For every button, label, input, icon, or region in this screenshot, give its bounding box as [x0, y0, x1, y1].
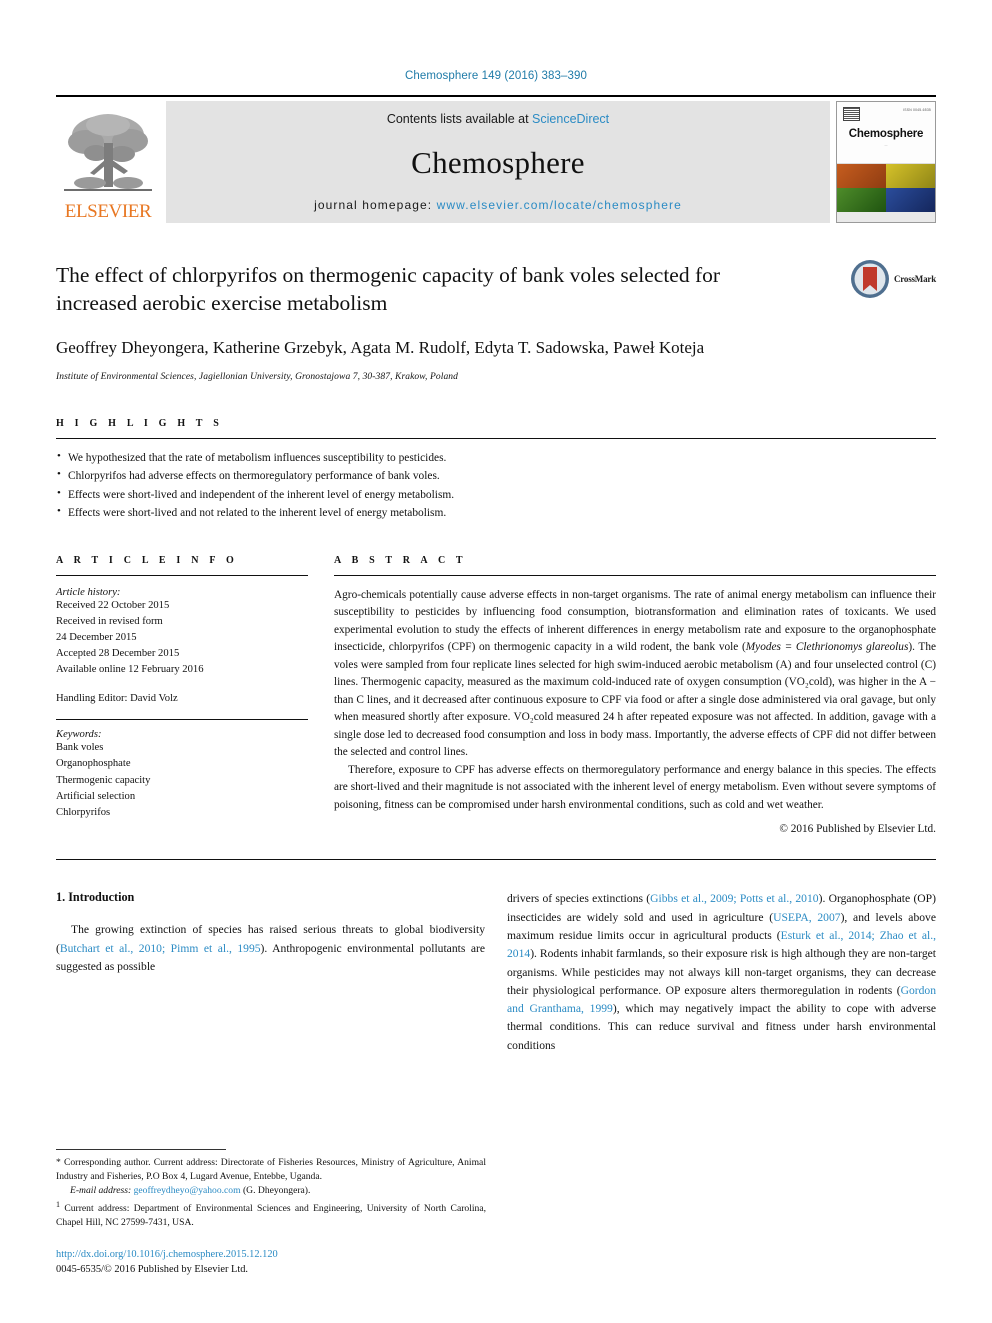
highlights-rule	[56, 437, 936, 439]
author-names: Geoffrey Dheyongera, Katherine Grzebyk, …	[56, 337, 705, 357]
footnote-current-address: 1 Current address: Department of Environ…	[56, 1199, 486, 1231]
highlights-heading: H I G H L I G H T S	[56, 417, 223, 429]
list-item: Chlorpyrifos had adverse effects on ther…	[56, 466, 936, 485]
cover-top-panel: ISSN 0045-6535 Chemosphere ...	[837, 102, 935, 165]
abstract-paragraph-2: Therefore, exposure to CPF has adverse e…	[334, 763, 936, 811]
email-link[interactable]: geoffreydheyo@yahoo.com	[134, 1185, 241, 1196]
footnote-email-line: E-mail address: geoffreydheyo@yahoo.com …	[56, 1184, 486, 1198]
abstract-bottom-rule	[56, 859, 936, 861]
elsevier-logo: ELSEVIER	[56, 101, 160, 223]
abstract-heading: A B S T R A C T	[334, 554, 467, 566]
cover-issn-text: ISSN 0045-6535	[903, 108, 931, 112]
history-accepted: Accepted 28 December 2015	[56, 648, 180, 660]
author-list: Geoffrey Dheyongera, Katherine Grzebyk, …	[56, 336, 786, 360]
intro-right-text-d: ). Rodents inhabit farmlands, so their e…	[507, 947, 936, 997]
history-available-online: Available online 12 February 2016	[56, 664, 204, 676]
footnote-current-address-text: Current address: Department of Environme…	[56, 1203, 486, 1229]
citation-link[interactable]: Gibbs et al., 2009; Potts et al., 2010	[650, 892, 818, 905]
article-info-heading: A R T I C L E I N F O	[56, 554, 238, 566]
footnote-area: * Corresponding author. Current address:…	[56, 1148, 486, 1277]
running-head: Chemosphere 149 (2016) 383–390	[404, 70, 588, 82]
article-info-rule	[56, 574, 308, 576]
journal-homepage-line: journal homepage: www.elsevier.com/locat…	[314, 198, 682, 212]
journal-title: Chemosphere	[411, 144, 585, 180]
sciencedirect-link[interactable]: ScienceDirect	[532, 112, 609, 126]
keyword-item: Artificial selection	[56, 790, 136, 802]
page-title: The effect of chlorpyrifos on thermogeni…	[56, 263, 721, 316]
species-name-italic: Myodes = Clethrionomys glareolus	[745, 641, 909, 654]
contents-prefix: Contents lists available at	[386, 112, 533, 126]
email-owner: (G. Dheyongera).	[242, 1185, 311, 1197]
info-abstract-region: A R T I C L E I N F O Article history: R…	[56, 554, 936, 836]
masthead-top-rule	[56, 95, 936, 97]
cover-tile-yellow	[886, 164, 935, 189]
title-block: CrossMark The effect of chlorpyrifos on …	[56, 259, 936, 382]
masthead-center-band: Contents lists available at ScienceDirec…	[166, 101, 830, 223]
cover-tile-orange	[837, 164, 886, 189]
journal-homepage-link[interactable]: www.elsevier.com/locate/chemosphere	[437, 198, 682, 212]
journal-cover-thumbnail: ISSN 0045-6535 Chemosphere ...	[836, 101, 936, 223]
keywords-rule	[56, 719, 308, 721]
doi-link[interactable]: http://dx.doi.org/10.1016/j.chemosphere.…	[56, 1247, 486, 1262]
crossmark-badge[interactable]: CrossMark	[850, 259, 936, 299]
handling-editor: Handling Editor: David Volz	[56, 693, 178, 705]
cover-bottom-panel	[837, 212, 935, 222]
highlights-section: H I G H L I G H T S We hypothesized that…	[56, 418, 936, 523]
abstract-body: Agro-chemicals potentially cause adverse…	[334, 587, 936, 815]
keyword-item: Organophosphate	[56, 758, 131, 770]
issn-copyright-line: 0045-6535/© 2016 Published by Elsevier L…	[56, 1263, 249, 1275]
keyword-item: Chlorpyrifos	[56, 806, 111, 818]
keyword-item: Thermogenic capacity	[56, 774, 151, 786]
article-info-body: Article history: Received 22 October 201…	[56, 587, 308, 821]
highlights-list: We hypothesized that the rate of metabol…	[56, 448, 936, 523]
abstract-paragraph-1: Agro-chemicals potentially cause adverse…	[334, 587, 936, 762]
article-page: Chemosphere 149 (2016) 383–390 ELSEVIER …	[0, 0, 992, 1323]
keywords-label: Keywords:	[56, 729, 102, 741]
history-received: Received 22 October 2015	[56, 599, 170, 611]
contents-available-line: Contents lists available at ScienceDirec…	[387, 112, 609, 126]
elsevier-tree-icon	[64, 114, 152, 191]
author-affiliation: Institute of Environmental Sciences, Jag…	[56, 371, 459, 382]
history-revised-label: Received in revised form	[56, 615, 163, 627]
homepage-prefix: journal homepage:	[314, 198, 437, 212]
elsevier-wordmark: ELSEVIER	[64, 201, 152, 222]
footnote-corresponding-text: Corresponding author. Current address: D…	[56, 1156, 486, 1183]
cover-image-grid	[837, 164, 935, 213]
intro-paragraph-right: drivers of species extinctions (Gibbs et…	[507, 890, 936, 1055]
abstract-copyright: © 2016 Published by Elsevier Ltd.	[779, 823, 936, 836]
journal-masthead: ELSEVIER Contents lists available at Sci…	[56, 95, 936, 223]
footnote-star-marker: *	[56, 1156, 61, 1168]
abstract-rule	[334, 574, 936, 576]
cover-tile-green	[837, 188, 886, 213]
article-history-label: Article history:	[56, 586, 121, 598]
list-item: We hypothesized that the rate of metabol…	[56, 448, 936, 467]
article-info-section: A R T I C L E I N F O Article history: R…	[56, 555, 308, 836]
footnote-rule	[56, 1148, 226, 1150]
cover-journal-name: Chemosphere	[848, 128, 924, 140]
history-revised-date: 24 December 2015	[56, 631, 137, 643]
body-columns: 1. Introduction The growing extinction o…	[56, 890, 936, 1055]
citation-link[interactable]: USEPA, 2007	[773, 911, 840, 924]
citation-link[interactable]: Butchart et al., 2010; Pimm et al., 1995	[60, 942, 261, 955]
list-item: Effects were short-lived and not related…	[56, 503, 936, 522]
intro-right-text-a: drivers of species extinctions (	[507, 892, 651, 906]
body-column-right: drivers of species extinctions (Gibbs et…	[507, 890, 936, 1055]
intro-paragraph-left: The growing extinction of species has ra…	[56, 921, 485, 976]
footnote-corresponding-author: * Corresponding author. Current address:…	[56, 1156, 486, 1185]
abstract-section: A B S T R A C T Agro-chemicals potential…	[334, 554, 936, 836]
cover-subtitle: ...	[884, 143, 888, 147]
section-heading-introduction: 1. Introduction	[56, 890, 135, 905]
email-label: E-mail address:	[70, 1185, 132, 1197]
list-item: Effects were short-lived and independent…	[56, 485, 936, 504]
cover-elsevier-mark-icon	[843, 107, 860, 121]
body-column-left: 1. Introduction The growing extinction o…	[56, 890, 485, 1055]
crossmark-label: CrossMark	[893, 274, 936, 284]
crossmark-icon	[850, 260, 889, 298]
keyword-item: Bank voles	[56, 742, 104, 754]
cover-tile-blue	[886, 188, 935, 213]
abstract-p1-part-b: ). The voles were sampled from four repl…	[334, 641, 936, 759]
footnote-number-marker: 1	[56, 1199, 60, 1209]
